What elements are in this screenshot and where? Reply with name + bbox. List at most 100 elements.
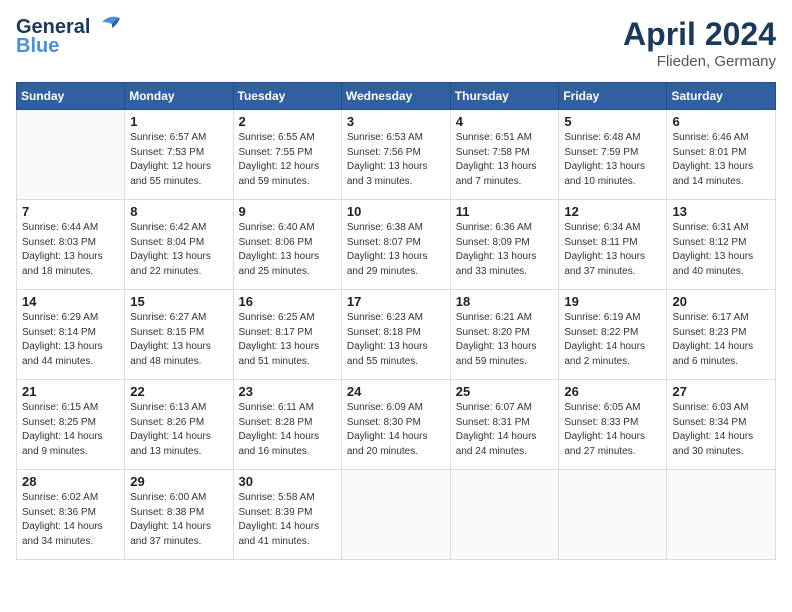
logo-blue-text: Blue [16, 35, 59, 58]
day-number: 21 [22, 384, 119, 399]
day-number: 2 [239, 114, 336, 129]
calendar-cell: 20Sunrise: 6:17 AM Sunset: 8:23 PM Dayli… [667, 290, 776, 380]
day-number: 3 [347, 114, 445, 129]
calendar-header-row: SundayMondayTuesdayWednesdayThursdayFrid… [17, 83, 776, 110]
week-row-2: 7 Sunrise: 6:44 AM Sunset: 8:03 PM Daylig… [17, 200, 776, 290]
day-info: Sunrise: 6:15 AM Sunset: 8:25 PM Dayligh… [22, 401, 119, 459]
day-number: 27 [672, 384, 770, 399]
day-number: 14 [22, 294, 119, 309]
week-row-1: 1Sunrise: 6:57 AM Sunset: 7:53 PM Daylig… [17, 110, 776, 200]
calendar-cell: 9Sunrise: 6:40 AM Sunset: 8:06 PM Daylig… [233, 200, 341, 290]
calendar-cell: 28 Sunrise: 6:02 AM Sunset: 8:36 PM Dayli… [17, 470, 125, 560]
day-number: 26 [564, 384, 661, 399]
day-info: Sunrise: 6:40 AM Sunset: 8:06 PM Dayligh… [239, 221, 336, 279]
calendar-cell: 10 Sunrise: 6:38 AM Sunset: 8:07 PM Dayli… [341, 200, 450, 290]
day-header-sunday: Sunday [17, 83, 125, 110]
day-number: 16 [239, 294, 336, 309]
calendar-cell: 14 Sunrise: 6:29 AM Sunset: 8:14 PM Dayli… [17, 290, 125, 380]
day-number: 28 [22, 474, 119, 489]
calendar-cell: 21 Sunrise: 6:15 AM Sunset: 8:25 PM Dayli… [17, 380, 125, 470]
day-number: 10 [347, 204, 445, 219]
day-number: 19 [564, 294, 661, 309]
day-number: 5 [564, 114, 661, 129]
day-info: Sunrise: 6:55 AM Sunset: 7:55 PM Dayligh… [239, 131, 336, 189]
day-number: 4 [456, 114, 554, 129]
calendar-table: SundayMondayTuesdayWednesdayThursdayFrid… [16, 82, 776, 560]
calendar-cell: 2 Sunrise: 6:55 AM Sunset: 7:55 PM Daylig… [233, 110, 341, 200]
day-info: Sunrise: 6:38 AM Sunset: 8:07 PM Dayligh… [347, 221, 445, 279]
day-header-thursday: Thursday [450, 83, 559, 110]
calendar-cell [667, 470, 776, 560]
day-info: Sunrise: 6:09 AM Sunset: 8:30 PM Dayligh… [347, 401, 445, 459]
calendar-cell: 22 Sunrise: 6:13 AM Sunset: 8:26 PM Dayli… [125, 380, 233, 470]
day-info: Sunrise: 6:19 AM Sunset: 8:22 PM Dayligh… [564, 311, 661, 369]
week-row-3: 14 Sunrise: 6:29 AM Sunset: 8:14 PM Dayli… [17, 290, 776, 380]
calendar-cell: 12Sunrise: 6:34 AM Sunset: 8:11 PM Dayli… [559, 200, 667, 290]
day-number: 12 [564, 204, 661, 219]
day-info: Sunrise: 6:44 AM Sunset: 8:03 PM Dayligh… [22, 221, 119, 279]
calendar-cell: 26Sunrise: 6:05 AM Sunset: 8:33 PM Dayli… [559, 380, 667, 470]
day-info: Sunrise: 6:11 AM Sunset: 8:28 PM Dayligh… [239, 401, 336, 459]
day-header-tuesday: Tuesday [233, 83, 341, 110]
calendar-cell [559, 470, 667, 560]
title-block: April 2024 Flieden, Germany [623, 16, 776, 70]
day-info: Sunrise: 5:58 AM Sunset: 8:39 PM Dayligh… [239, 491, 336, 549]
day-info: Sunrise: 6:13 AM Sunset: 8:26 PM Dayligh… [130, 401, 227, 459]
week-row-4: 21 Sunrise: 6:15 AM Sunset: 8:25 PM Dayli… [17, 380, 776, 470]
day-info: Sunrise: 6:36 AM Sunset: 8:09 PM Dayligh… [456, 221, 554, 279]
day-info: Sunrise: 6:53 AM Sunset: 7:56 PM Dayligh… [347, 131, 445, 189]
day-info: Sunrise: 6:17 AM Sunset: 8:23 PM Dayligh… [672, 311, 770, 369]
day-header-saturday: Saturday [667, 83, 776, 110]
logo-bird-icon [92, 14, 122, 36]
calendar-cell: 24 Sunrise: 6:09 AM Sunset: 8:30 PM Dayli… [341, 380, 450, 470]
day-number: 1 [130, 114, 227, 129]
day-info: Sunrise: 6:23 AM Sunset: 8:18 PM Dayligh… [347, 311, 445, 369]
calendar-cell: 19 Sunrise: 6:19 AM Sunset: 8:22 PM Dayli… [559, 290, 667, 380]
day-header-wednesday: Wednesday [341, 83, 450, 110]
day-header-friday: Friday [559, 83, 667, 110]
calendar-cell: 23 Sunrise: 6:11 AM Sunset: 8:28 PM Dayli… [233, 380, 341, 470]
day-info: Sunrise: 6:25 AM Sunset: 8:17 PM Dayligh… [239, 311, 336, 369]
calendar-cell: 29Sunrise: 6:00 AM Sunset: 8:38 PM Dayli… [125, 470, 233, 560]
day-number: 17 [347, 294, 445, 309]
day-info: Sunrise: 6:51 AM Sunset: 7:58 PM Dayligh… [456, 131, 554, 189]
day-number: 6 [672, 114, 770, 129]
calendar-cell: 27Sunrise: 6:03 AM Sunset: 8:34 PM Dayli… [667, 380, 776, 470]
calendar-cell: 8 Sunrise: 6:42 AM Sunset: 8:04 PM Daylig… [125, 200, 233, 290]
day-number: 24 [347, 384, 445, 399]
calendar-cell: 30 Sunrise: 5:58 AM Sunset: 8:39 PM Dayli… [233, 470, 341, 560]
page-header: General Blue April 2024 Flieden, Germany [16, 16, 776, 70]
calendar-cell: 7 Sunrise: 6:44 AM Sunset: 8:03 PM Daylig… [17, 200, 125, 290]
day-number: 7 [22, 204, 119, 219]
calendar-cell: 11Sunrise: 6:36 AM Sunset: 8:09 PM Dayli… [450, 200, 559, 290]
logo: General Blue [16, 16, 122, 58]
day-info: Sunrise: 6:46 AM Sunset: 8:01 PM Dayligh… [672, 131, 770, 189]
week-row-5: 28 Sunrise: 6:02 AM Sunset: 8:36 PM Dayli… [17, 470, 776, 560]
calendar-cell: 15Sunrise: 6:27 AM Sunset: 8:15 PM Dayli… [125, 290, 233, 380]
calendar-cell: 13Sunrise: 6:31 AM Sunset: 8:12 PM Dayli… [667, 200, 776, 290]
calendar-cell: 3 Sunrise: 6:53 AM Sunset: 7:56 PM Daylig… [341, 110, 450, 200]
day-number: 22 [130, 384, 227, 399]
calendar-cell: 1Sunrise: 6:57 AM Sunset: 7:53 PM Daylig… [125, 110, 233, 200]
day-info: Sunrise: 6:21 AM Sunset: 8:20 PM Dayligh… [456, 311, 554, 369]
day-number: 8 [130, 204, 227, 219]
day-number: 13 [672, 204, 770, 219]
day-header-monday: Monday [125, 83, 233, 110]
calendar-cell: 5Sunrise: 6:48 AM Sunset: 7:59 PM Daylig… [559, 110, 667, 200]
day-number: 30 [239, 474, 336, 489]
day-info: Sunrise: 6:42 AM Sunset: 8:04 PM Dayligh… [130, 221, 227, 279]
calendar-cell: 16 Sunrise: 6:25 AM Sunset: 8:17 PM Dayli… [233, 290, 341, 380]
day-number: 29 [130, 474, 227, 489]
day-number: 25 [456, 384, 554, 399]
day-number: 18 [456, 294, 554, 309]
calendar-cell: 18 Sunrise: 6:21 AM Sunset: 8:20 PM Dayli… [450, 290, 559, 380]
calendar-subtitle: Flieden, Germany [623, 53, 776, 70]
day-info: Sunrise: 6:29 AM Sunset: 8:14 PM Dayligh… [22, 311, 119, 369]
calendar-cell: 4 Sunrise: 6:51 AM Sunset: 7:58 PM Daylig… [450, 110, 559, 200]
calendar-cell: 17 Sunrise: 6:23 AM Sunset: 8:18 PM Dayli… [341, 290, 450, 380]
day-info: Sunrise: 6:07 AM Sunset: 8:31 PM Dayligh… [456, 401, 554, 459]
day-info: Sunrise: 6:02 AM Sunset: 8:36 PM Dayligh… [22, 491, 119, 549]
calendar-cell: 6 Sunrise: 6:46 AM Sunset: 8:01 PM Daylig… [667, 110, 776, 200]
day-info: Sunrise: 6:27 AM Sunset: 8:15 PM Dayligh… [130, 311, 227, 369]
day-number: 23 [239, 384, 336, 399]
